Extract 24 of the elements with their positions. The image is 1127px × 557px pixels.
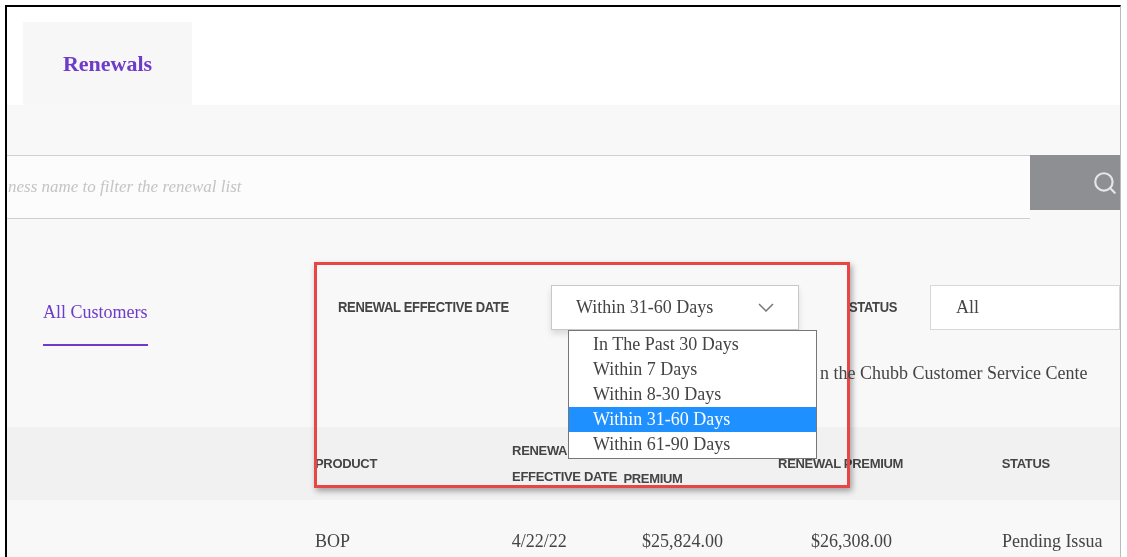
chevron-icon: [758, 303, 774, 312]
column-header: PREMIUM: [623, 470, 683, 488]
column-header: STATUS: [1001, 454, 1050, 473]
customer-tab[interactable]: All Customers: [43, 285, 148, 346]
column-header: RENEWA: [512, 441, 568, 460]
table-cell-text: $26,308.00: [809, 530, 893, 553]
dropdown-option[interactable]: Within 61-90 Days: [569, 432, 816, 457]
search-button[interactable]: [1030, 155, 1120, 210]
table-cell-text: 4/22/22: [511, 530, 568, 553]
status-select[interactable]: All: [930, 285, 1120, 330]
tab[interactable]: Renewals: [23, 22, 192, 105]
filter-label: RENEWAL EFFECTIVE DATE: [338, 298, 510, 318]
column-header: EFFECTIVE DATE: [512, 467, 618, 486]
table-cell-text: Pending Issua: [1001, 530, 1104, 553]
filter-label: STATUS: [848, 298, 899, 318]
column-header: PRODUCT: [315, 454, 377, 473]
search-icon: [1092, 169, 1118, 196]
table-cell-text: BOP: [315, 530, 351, 553]
date-select[interactable]: Within 31-60 Days: [551, 285, 799, 330]
dropdown-option[interactable]: In The Past 30 Days: [569, 332, 816, 357]
search-field[interactable]: ness name to filter the renewal list: [7, 155, 1030, 219]
dropdown-option[interactable]: Within 8-30 Days: [569, 382, 816, 407]
table-cell-text: $25,824.00: [641, 530, 725, 553]
dropdown-option[interactable]: Within 7 Days: [569, 357, 816, 382]
